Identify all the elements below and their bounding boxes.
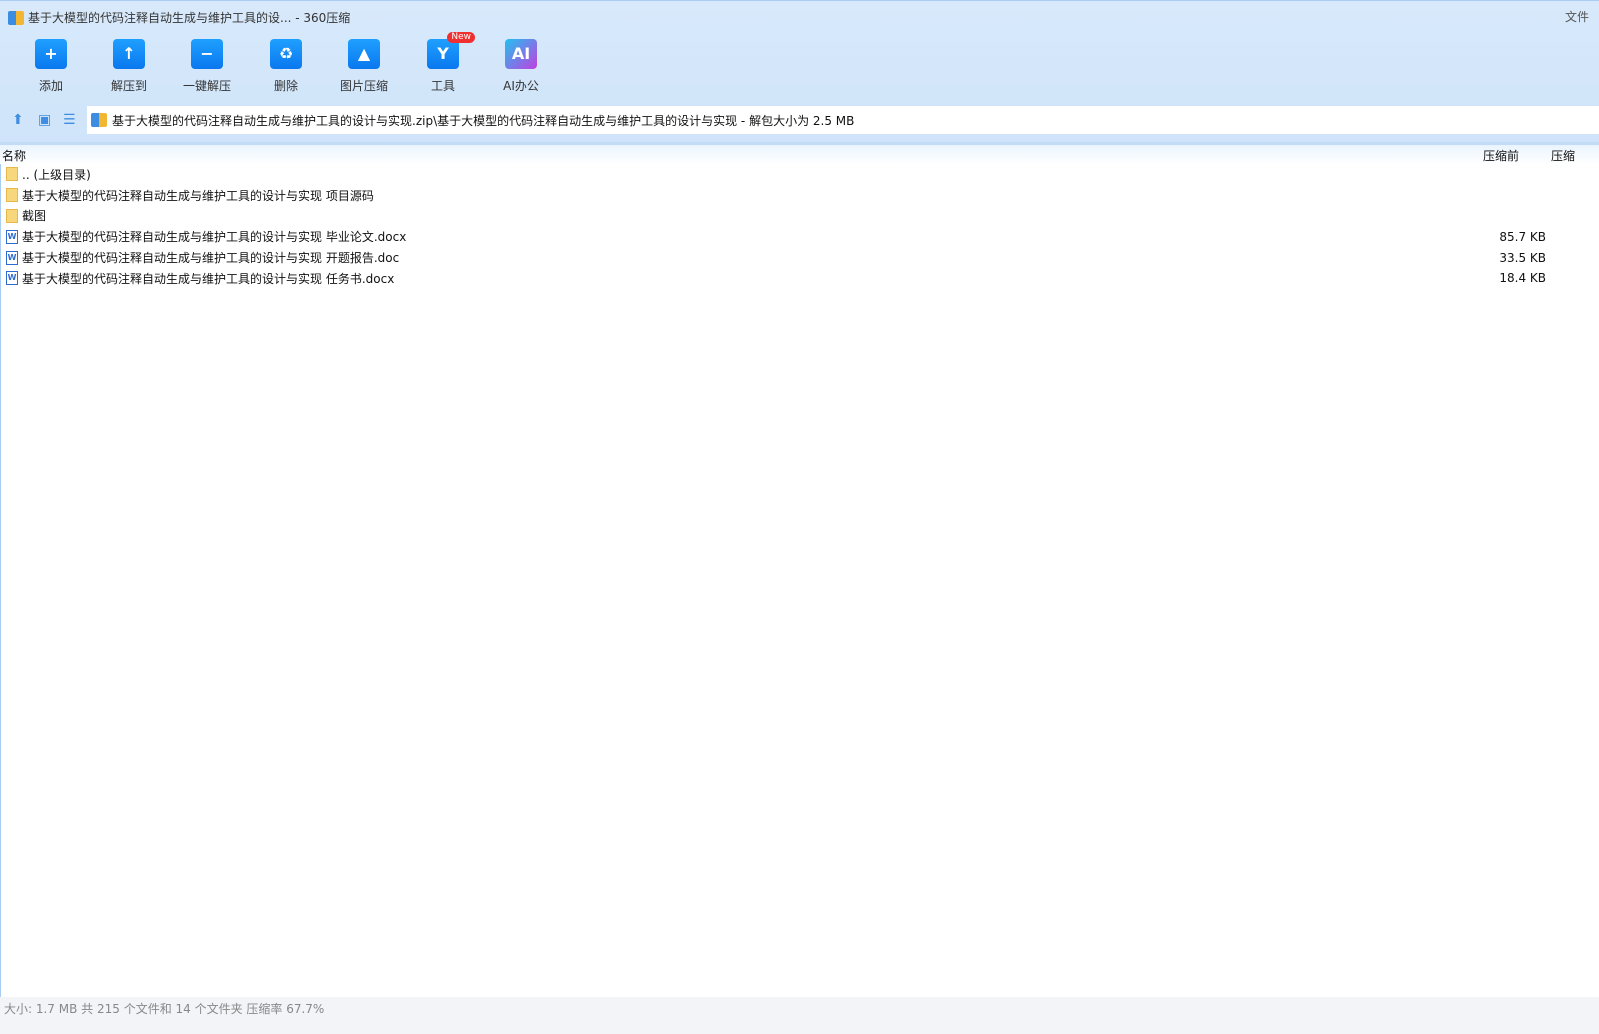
file-size: 18.4 KB <box>1499 271 1546 286</box>
column-name[interactable]: 名称 <box>2 147 26 164</box>
toolbar-button-2[interactable]: − 一键解压 <box>168 39 246 94</box>
toolbar-button-4[interactable]: ▲ 图片压缩 <box>325 39 403 94</box>
word-document-icon: W <box>6 250 18 265</box>
file-row[interactable]: .. (上级目录) <box>0 164 1599 185</box>
toolbar-label: AI办公 <box>503 79 539 93</box>
toolbar-button-6[interactable]: AI AI办公 <box>482 39 560 94</box>
toolbar-button-3[interactable]: ♻ 删除 <box>247 39 325 94</box>
toolbar-label: 一键解压 <box>182 79 231 93</box>
divider <box>0 164 1 997</box>
toolbar-button-1[interactable]: ↑ 解压到 <box>90 39 168 94</box>
new-badge: New <box>447 32 475 43</box>
folder-icon <box>6 188 18 203</box>
file-name: .. (上级目录) <box>22 167 91 182</box>
toolbar-label: 解压到 <box>110 79 147 93</box>
title-bar: 基于大模型的代码注释自动生成与维护工具的设... - 360压缩 <box>8 9 350 26</box>
status-bar: 大小: 1.7 MB 共 215 个文件和 14 个文件夹 压缩率 67.7% <box>0 997 1599 1034</box>
toolbar-label: 工具 <box>430 79 455 93</box>
word-document-icon: W <box>6 271 18 286</box>
toolbar-label: 添加 <box>38 79 63 93</box>
folder-icon <box>6 208 18 223</box>
word-document-icon: W <box>6 229 18 244</box>
file-size: 33.5 KB <box>1499 250 1546 265</box>
file-row[interactable]: W 基于大模型的代码注释自动生成与维护工具的设计与实现 任务书.docx 18.4 … <box>0 268 1599 289</box>
toolbar-label: 图片压缩 <box>339 79 388 93</box>
file-row[interactable]: 基于大模型的代码注释自动生成与维护工具的设计与实现 项目源码 <box>0 185 1599 206</box>
toolbar-icon: AI <box>505 39 537 69</box>
toolbar-label: 删除 <box>273 79 298 93</box>
toolbar-icon: ▲ <box>348 39 380 69</box>
file-menu[interactable]: 文件 <box>1565 8 1589 25</box>
file-row[interactable]: W 基于大模型的代码注释自动生成与维护工具的设计与实现 开题报告.doc 33.5 … <box>0 247 1599 268</box>
toolbar-area: 基于大模型的代码注释自动生成与维护工具的设... - 360压缩 文件 + 添加 ↑… <box>0 0 1599 142</box>
file-name: 截图 <box>22 209 47 224</box>
toolbar-icon: ♻ <box>270 39 302 69</box>
file-list: .. (上级目录) 基于大模型的代码注释自动生成与维护工具的设计与实现 项目源码截… <box>0 164 1599 289</box>
archive-icon <box>91 113 107 127</box>
toolbar-button-0[interactable]: + 添加 <box>12 39 90 94</box>
file-name: 基于大模型的代码注释自动生成与维护工具的设计与实现 开题报告.doc <box>22 251 400 266</box>
window-title: 基于大模型的代码注释自动生成与维护工具的设... - 360压缩 <box>28 11 351 25</box>
folder-icon <box>6 167 18 182</box>
toolbar-icon: − <box>191 39 223 69</box>
list-view-icon[interactable]: ☰ <box>63 112 76 128</box>
column-header: 名称 压缩前 压缩 <box>0 142 1599 164</box>
up-arrow-icon[interactable]: ⬆ <box>12 112 24 128</box>
app-icon <box>8 10 24 25</box>
toolbar-icon: ↑ <box>113 39 145 69</box>
toolbar-icon: Y New <box>427 32 475 69</box>
file-name: 基于大模型的代码注释自动生成与维护工具的设计与实现 项目源码 <box>22 188 374 203</box>
file-name: 基于大模型的代码注释自动生成与维护工具的设计与实现 毕业论文.docx <box>22 230 407 245</box>
file-size: 85.7 KB <box>1499 229 1546 244</box>
address-path: 基于大模型的代码注释自动生成与维护工具的设计与实现.zip\基于大模型的代码注释… <box>112 113 855 128</box>
file-row[interactable]: W 基于大模型的代码注释自动生成与维护工具的设计与实现 毕业论文.docx 85.7… <box>0 226 1599 247</box>
toolbar-icon: + <box>35 39 67 69</box>
file-name: 基于大模型的代码注释自动生成与维护工具的设计与实现 任务书.docx <box>22 271 395 286</box>
file-row[interactable]: 截图 <box>0 206 1599 227</box>
column-compressed-size[interactable]: 压缩 <box>1551 147 1599 164</box>
address-bar[interactable]: 基于大模型的代码注释自动生成与维护工具的设计与实现.zip\基于大模型的代码注释… <box>87 106 1599 134</box>
column-original-size[interactable]: 压缩前 <box>1483 147 1519 164</box>
toolbar-button-5[interactable]: Y New 工具 <box>404 32 482 94</box>
thumbnail-view-icon[interactable]: ▣ <box>38 112 51 128</box>
